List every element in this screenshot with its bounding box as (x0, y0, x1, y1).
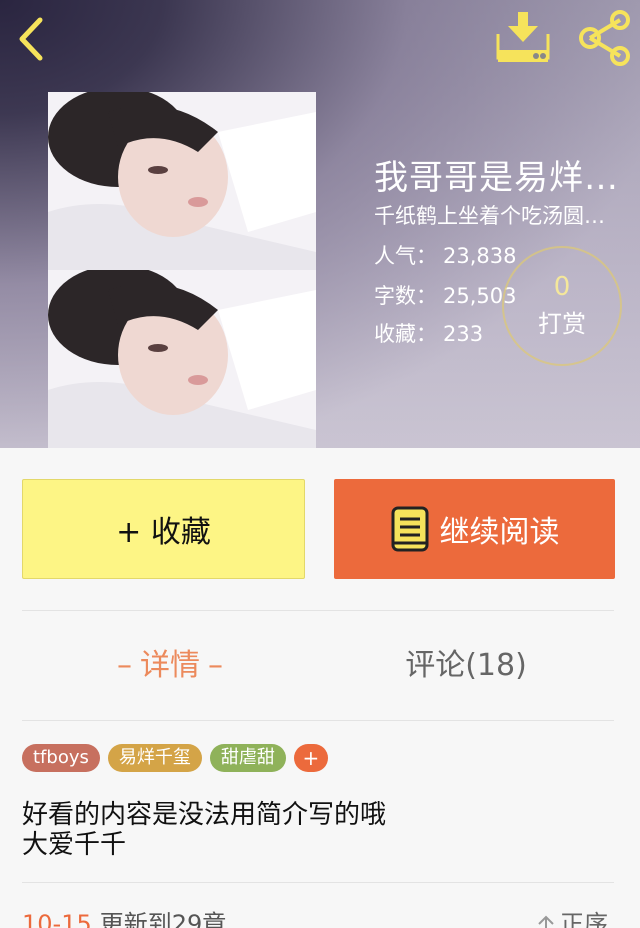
tab-detail-label: 详情 (140, 648, 200, 683)
cover-photo-bottom (48, 270, 316, 448)
stat-favorites: 收藏： 233 (374, 318, 483, 348)
tag-chip[interactable]: tfboys (22, 744, 100, 772)
book-intro: 好看的内容是没法用简介写的哦 大爱千千 (22, 800, 612, 860)
intro-line: 大爱千千 (22, 830, 127, 860)
tag-chip[interactable]: 甜虐甜 (209, 744, 286, 772)
favorite-label: + 收藏 (116, 515, 211, 550)
intro-line: 好看的内容是没法用简介写的哦 (22, 800, 387, 830)
tab-detail[interactable]: – 详情 – (22, 640, 318, 684)
tag-list: tfboys 易烊千玺 甜虐甜 + (22, 744, 328, 772)
tab-dash: – (208, 648, 223, 683)
stat-value: 233 (443, 322, 484, 346)
divider (22, 610, 614, 611)
update-text: 更新到29章 (99, 910, 227, 928)
book-header: 我哥哥是易烊… 千纸鹤上坐着个吃汤圆… 人气： 23,838 字数： 25,503 … (0, 0, 640, 448)
stat-popularity: 人气： 23,838 (374, 240, 516, 270)
cover-photo-top (48, 92, 316, 270)
divider (22, 882, 614, 883)
add-tag-button[interactable]: + (293, 744, 328, 772)
tab-dash: – (117, 648, 132, 683)
stat-label: 人气： (374, 244, 437, 268)
update-info: 10-15 更新到29章 (22, 904, 226, 928)
reward-button[interactable]: 0 打赏 (502, 246, 622, 366)
tag-chip[interactable]: 易烊千玺 (107, 744, 202, 772)
tab-comments-label: 评论(18) (405, 648, 527, 683)
favorite-button[interactable]: + 收藏 (22, 479, 305, 579)
book-cover[interactable] (48, 92, 316, 448)
stat-label: 收藏： (374, 322, 437, 346)
share-icon[interactable] (576, 10, 634, 66)
book-icon (391, 506, 428, 552)
sort-arrow-icon (538, 915, 554, 928)
download-icon[interactable] (494, 10, 552, 66)
continue-reading-label: 继续阅读 (439, 515, 560, 550)
reward-count: 0 (553, 272, 571, 302)
sort-toggle[interactable]: 正序 (536, 904, 608, 928)
stat-label: 字数： (374, 284, 437, 308)
reward-label: 打赏 (538, 310, 586, 338)
stat-word-count: 字数： 25,503 (374, 280, 516, 310)
sort-label: 正序 (560, 910, 608, 928)
book-author: 千纸鹤上坐着个吃汤圆… (374, 204, 605, 228)
stat-value: 23,838 (443, 244, 517, 268)
tab-comments[interactable]: 评论(18) (318, 640, 614, 684)
continue-reading-button[interactable]: 继续阅读 (334, 479, 615, 579)
update-date: 10-15 (22, 910, 92, 928)
divider (22, 720, 614, 721)
back-icon[interactable] (12, 14, 52, 64)
book-title: 我哥哥是易烊… (374, 158, 619, 198)
